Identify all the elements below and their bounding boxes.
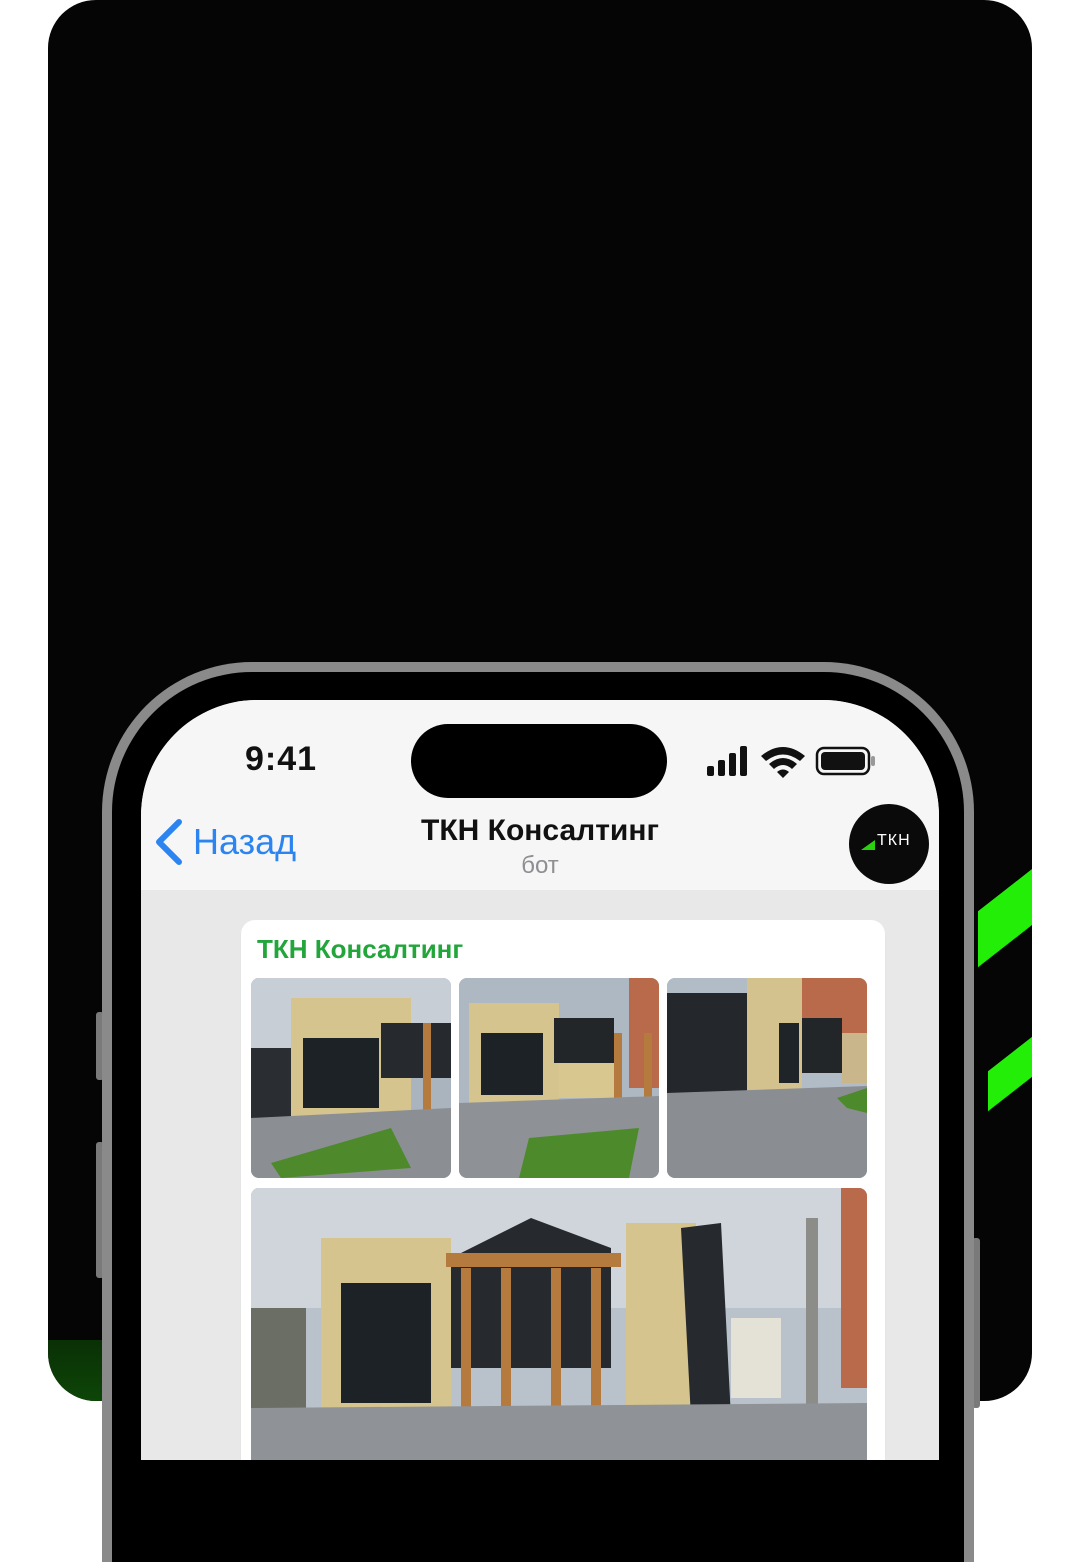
building-photo-2 <box>459 978 659 1178</box>
status-time: 9:41 <box>245 740 318 778</box>
green-stripe <box>988 1008 1032 1112</box>
cellular-signal-icon <box>707 746 747 776</box>
message-photo[interactable] <box>251 1188 867 1460</box>
message-photo[interactable] <box>667 978 867 1178</box>
chat-header: 9:41 Назад ТКН Консалтинг бот ТКН <box>141 700 939 890</box>
bot-avatar[interactable]: ТКН <box>849 804 929 884</box>
green-stripe <box>978 848 1032 968</box>
phone-screen: 9:41 Назад ТКН Консалтинг бот ТКН ТКН Ко… <box>141 700 939 1460</box>
message-bubble: ТКН Консалтинг <box>241 920 885 1460</box>
logo-mark-icon <box>861 840 875 850</box>
building-photo-4 <box>251 1188 867 1460</box>
message-photo[interactable] <box>459 978 659 1178</box>
wifi-icon <box>761 747 805 778</box>
building-photo-3 <box>667 978 867 1178</box>
message-sender[interactable]: ТКН Консалтинг <box>257 934 463 965</box>
avatar-logo-text: ТКН <box>877 832 911 849</box>
message-photo[interactable] <box>251 978 451 1178</box>
dynamic-island <box>411 724 667 798</box>
battery-icon <box>815 746 875 776</box>
chat-subtitle: бот <box>521 852 559 879</box>
status-icons <box>707 746 875 778</box>
chat-title[interactable]: ТКН Консалтинг <box>141 814 939 848</box>
building-photo-1 <box>251 978 451 1178</box>
